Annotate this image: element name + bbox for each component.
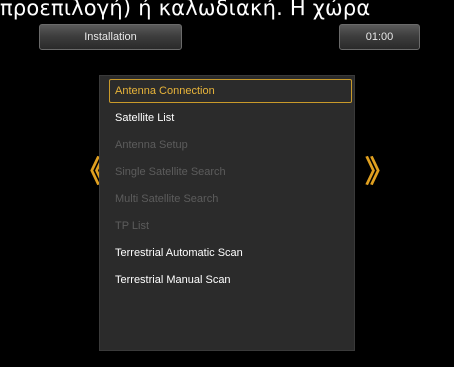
- menu-item-single-satellite-search: Single Satellite Search: [115, 166, 226, 178]
- caption-text: προεπιλογή) ή καλωδιακή. Η χώρα: [0, 0, 371, 20]
- right-arrow-icon[interactable]: 》: [365, 158, 395, 188]
- menu-item-multi-satellite-search: Multi Satellite Search: [115, 193, 219, 205]
- menu-item-satellite-list[interactable]: Satellite List: [109, 106, 352, 130]
- menu-item-antenna-setup: Antenna Setup: [115, 139, 188, 151]
- menu-item-tp-list: TP List: [115, 220, 150, 232]
- menu-item-terrestrial-automatic-scan[interactable]: Terrestrial Automatic Scan: [109, 241, 352, 265]
- menu-item-antenna-connection[interactable]: Antenna Connection: [109, 79, 352, 103]
- installation-menu: Antenna Connection Satellite List Antenn…: [99, 75, 355, 351]
- menu-item-terrestrial-manual-scan[interactable]: Terrestrial Manual Scan: [109, 268, 352, 292]
- screen: προεπιλογή) ή καλωδιακή. Η χώρα Installa…: [0, 0, 454, 367]
- menu-title-panel: Installation: [39, 24, 182, 50]
- clock-panel: 01:00: [339, 24, 420, 50]
